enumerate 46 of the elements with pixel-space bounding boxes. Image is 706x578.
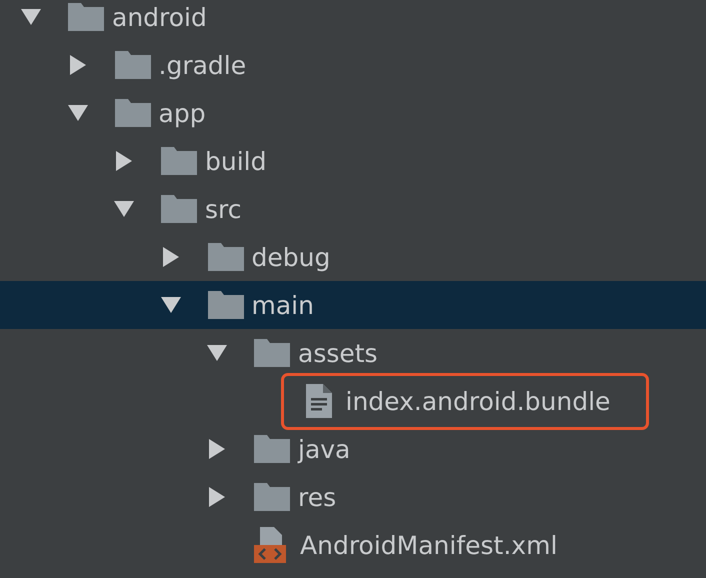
item-label: main	[252, 292, 314, 318]
folder-icon	[254, 483, 290, 511]
tree-row[interactable]: android	[0, 0, 706, 41]
folder-icon	[114, 51, 150, 79]
collapsed-arrow-icon[interactable]	[208, 486, 226, 508]
tree-row[interactable]: main	[0, 281, 706, 329]
collapsed-arrow-icon[interactable]	[208, 438, 226, 460]
folder-icon	[68, 3, 104, 31]
xml-file-icon	[254, 527, 286, 563]
expanded-arrow-icon[interactable]	[160, 296, 182, 314]
item-label: .gradle	[158, 52, 246, 78]
item-label: app	[158, 100, 206, 126]
folder-icon	[114, 99, 150, 127]
item-label: index.android.bundle	[346, 388, 610, 414]
item-label: res	[298, 484, 336, 510]
tree-row[interactable]: index.android.bundle	[0, 377, 706, 425]
collapsed-arrow-icon[interactable]	[68, 54, 86, 76]
item-label: build	[205, 148, 266, 174]
tree-row[interactable]: AndroidManifest.xml	[0, 521, 706, 569]
collapsed-arrow-icon[interactable]	[162, 246, 180, 268]
expanded-arrow-icon[interactable]	[113, 200, 135, 218]
document-icon	[306, 384, 332, 418]
folder-icon	[208, 243, 244, 271]
tree-row[interactable]: app	[0, 89, 706, 137]
folder-icon	[254, 435, 290, 463]
item-label: android	[112, 4, 207, 30]
tree-row[interactable]: assets	[0, 329, 706, 377]
item-label: assets	[298, 340, 378, 366]
item-label: java	[298, 436, 350, 462]
expanded-arrow-icon[interactable]	[206, 344, 228, 362]
folder-icon	[161, 195, 197, 223]
item-label: AndroidManifest.xml	[300, 532, 558, 558]
folder-icon	[208, 291, 244, 319]
expanded-arrow-icon[interactable]	[66, 104, 88, 122]
tree-row[interactable]: build	[0, 137, 706, 185]
expanded-arrow-icon[interactable]	[20, 8, 42, 26]
tree-row[interactable]: src	[0, 185, 706, 233]
tree-row[interactable]: debug	[0, 233, 706, 281]
folder-icon	[254, 339, 290, 367]
tree-row[interactable]: res	[0, 473, 706, 521]
item-label: debug	[252, 244, 330, 270]
folder-icon	[161, 147, 197, 175]
tree-row[interactable]: java	[0, 425, 706, 473]
collapsed-arrow-icon[interactable]	[115, 150, 133, 172]
tree-row[interactable]: .gradle	[0, 41, 706, 89]
item-label: src	[205, 196, 242, 222]
